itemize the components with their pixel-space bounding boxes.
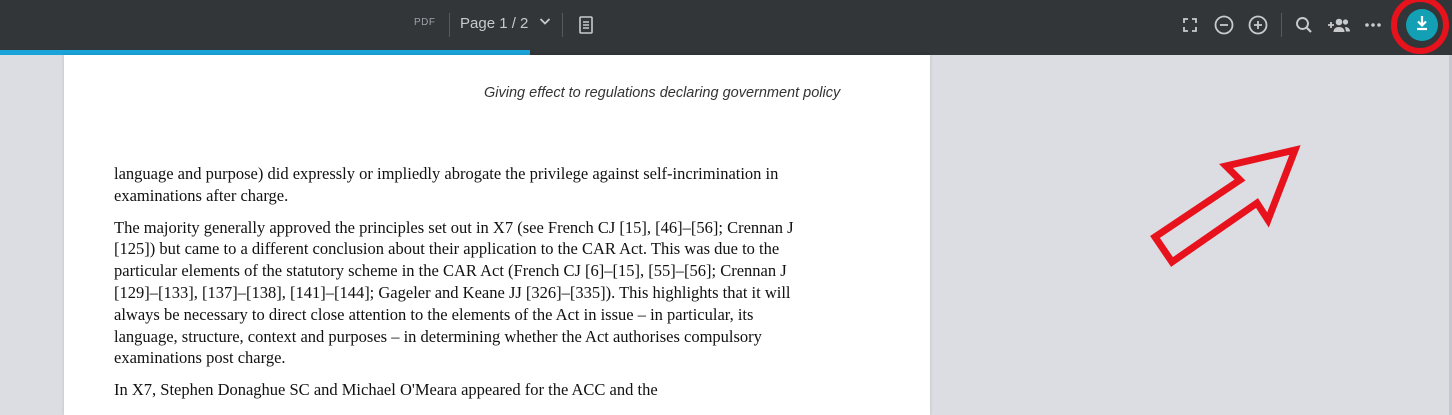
- share-button[interactable]: [1326, 13, 1350, 37]
- zoom-in-button[interactable]: [1246, 13, 1270, 37]
- running-head: Giving effect to regulations declaring g…: [484, 85, 841, 101]
- toolbar-divider: [1281, 13, 1282, 37]
- thumbnails-button[interactable]: [574, 13, 598, 37]
- more-options-button[interactable]: [1361, 13, 1385, 37]
- fullscreen-button[interactable]: [1178, 13, 1202, 37]
- search-icon: [1292, 13, 1316, 37]
- paragraph: In X7, Stephen Donaghue SC and Michael O…: [114, 380, 658, 400]
- more-icon: [1361, 13, 1385, 37]
- page-selector[interactable]: Page 1 / 2: [460, 14, 552, 32]
- page-body: language and purpose) did expressly or i…: [114, 163, 794, 411]
- pdf-page: Giving effect to regulations declaring g…: [64, 55, 930, 415]
- search-button[interactable]: [1292, 13, 1316, 37]
- page-indicator-label: Page 1 / 2: [460, 14, 529, 32]
- zoom-in-icon: [1246, 13, 1270, 37]
- viewer-toolbar: PDF Page 1 / 2: [0, 0, 1452, 50]
- fullscreen-icon: [1178, 13, 1202, 37]
- paragraph: language and purpose) did expressly or i…: [114, 164, 779, 205]
- file-format-label: PDF: [414, 17, 436, 28]
- toolbar-divider: [562, 13, 563, 37]
- download-icon: [1413, 14, 1431, 37]
- zoom-out-button[interactable]: [1212, 13, 1236, 37]
- zoom-out-icon: [1212, 13, 1236, 37]
- add-people-icon: [1326, 13, 1350, 37]
- chevron-down-icon: [538, 14, 552, 32]
- toolbar-divider: [449, 13, 450, 37]
- paragraph: The majority generally approved the prin…: [114, 217, 794, 368]
- download-button[interactable]: [1406, 9, 1438, 41]
- document-icon: [574, 13, 598, 37]
- annotation-arrow: [1150, 145, 1301, 267]
